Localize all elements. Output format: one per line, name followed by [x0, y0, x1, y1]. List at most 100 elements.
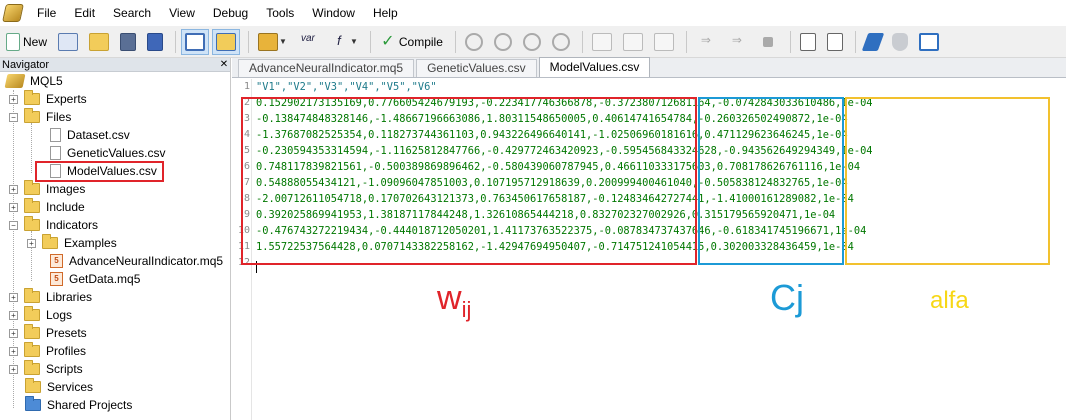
tree-item-services[interactable]: Services — [25, 378, 93, 396]
expand-icon[interactable]: + — [9, 310, 18, 320]
profiling-button[interactable] — [888, 29, 912, 55]
folder-icon — [25, 378, 41, 393]
step-out-icon — [653, 32, 674, 51]
highlight-box — [35, 161, 164, 182]
debug-stop-button[interactable] — [548, 29, 574, 55]
close-icon[interactable]: ✕ — [218, 58, 230, 71]
styler-button[interactable]: ▼ — [254, 29, 291, 55]
weights-label-subscript: ij — [461, 297, 472, 322]
toolbar-separator — [789, 30, 791, 53]
styler-brush-button[interactable] — [861, 29, 885, 55]
menu-search[interactable]: Search — [104, 0, 160, 26]
mq5-file-icon: 5 — [50, 254, 63, 268]
alfa-label: alfa — [930, 287, 969, 314]
new-project-button[interactable] — [54, 29, 82, 55]
tree-item-advance-neural-indicator[interactable]: 5 AdvanceNeuralIndicator.mq5 — [50, 252, 223, 270]
copy-button[interactable] — [796, 29, 820, 55]
compile-check-icon: ✓ — [381, 32, 395, 50]
tree-item-images[interactable]: + Images — [9, 180, 85, 198]
run-to-button[interactable]: ⇒ — [692, 29, 720, 55]
toolbox-toggle-button[interactable] — [212, 28, 241, 55]
shield-icon — [891, 32, 908, 51]
run-to-cursor-button[interactable]: ⇒ — [723, 29, 751, 55]
menu-debug[interactable]: Debug — [204, 0, 257, 26]
alfa-highlight-box — [845, 97, 1050, 265]
toolbar-separator — [248, 30, 250, 53]
save-button[interactable] — [116, 29, 140, 55]
folder-icon — [24, 324, 40, 339]
terminal-button[interactable] — [915, 29, 943, 55]
navigator-title: Navigator — [2, 59, 50, 71]
menu-file[interactable]: File — [28, 0, 65, 26]
stop-circle-icon — [551, 32, 570, 51]
tree-item-logs[interactable]: + Logs — [9, 306, 72, 324]
folder-icon — [24, 360, 40, 375]
copy-icon — [799, 32, 816, 51]
tree-item-libraries[interactable]: + Libraries — [9, 288, 92, 306]
menu-help[interactable]: Help — [364, 0, 407, 26]
folder-icon — [24, 180, 40, 195]
compile-button[interactable]: ✓ Compile — [376, 29, 447, 55]
tree-item-scripts[interactable]: + Scripts — [9, 360, 83, 378]
toolbar-separator — [369, 30, 371, 53]
centers-label: Cj — [770, 277, 804, 318]
tab-model-values[interactable]: ModelValues.csv — [538, 57, 651, 77]
tree-item-genetic-values[interactable]: GeneticValues.csv — [50, 144, 166, 162]
debug-start-history-button[interactable] — [461, 29, 487, 55]
expand-icon[interactable]: + — [9, 364, 18, 374]
find-button[interactable] — [823, 29, 847, 55]
tree-item-examples[interactable]: + Examples — [27, 234, 117, 252]
folder-icon — [24, 108, 40, 123]
expand-icon[interactable]: + — [9, 94, 18, 104]
tree-item-dataset[interactable]: Dataset.csv — [50, 126, 130, 144]
editor-tabs: AdvanceNeuralIndicator.mq5 GeneticValues… — [232, 57, 1066, 78]
step-over-icon — [622, 32, 643, 51]
step-over-button[interactable] — [619, 29, 647, 55]
tab-genetic-values[interactable]: GeneticValues.csv — [416, 59, 537, 77]
variable-icon: var — [300, 32, 315, 44]
menu-window[interactable]: Window — [303, 0, 364, 26]
step-out-button[interactable] — [650, 29, 678, 55]
expand-icon[interactable]: + — [9, 328, 18, 338]
play-circle-icon — [493, 32, 512, 51]
tree-item-presets[interactable]: + Presets — [9, 324, 87, 342]
step-into-button[interactable] — [588, 29, 616, 55]
tree-guide-line — [31, 123, 32, 173]
tree-item-files[interactable]: − Files — [9, 108, 71, 126]
save-all-button[interactable] — [143, 29, 167, 55]
debug-pause-button[interactable] — [519, 29, 545, 55]
new-button[interactable]: New — [2, 29, 51, 55]
stop-button[interactable] — [754, 29, 782, 55]
open-button[interactable] — [85, 29, 113, 55]
menu-edit[interactable]: Edit — [65, 0, 104, 26]
expand-icon[interactable]: + — [9, 202, 18, 212]
menu-tools[interactable]: Tools — [257, 0, 303, 26]
toolbox-icon — [216, 32, 237, 51]
tree-item-experts[interactable]: + Experts — [9, 90, 87, 108]
menu-view[interactable]: View — [160, 0, 204, 26]
toolbar-separator — [685, 30, 687, 53]
save-all-icon — [147, 32, 164, 51]
insert-function-button[interactable]: f ▼ — [325, 29, 362, 55]
tree-item-getdata[interactable]: 5 GetData.mq5 — [50, 270, 140, 288]
weights-label-main: w — [437, 279, 462, 317]
tree-item-profiles[interactable]: + Profiles — [9, 342, 86, 360]
tab-advance-neural-indicator[interactable]: AdvanceNeuralIndicator.mq5 — [238, 59, 415, 77]
expand-icon[interactable]: + — [9, 292, 18, 302]
expand-icon[interactable]: + — [27, 238, 36, 248]
step-into-icon — [591, 32, 612, 51]
insert-variable-button[interactable]: var — [294, 29, 322, 55]
collapse-icon[interactable]: − — [9, 112, 18, 122]
tree-item-shared-projects[interactable]: Shared Projects — [25, 396, 132, 414]
chevron-down-icon: ▼ — [279, 37, 287, 46]
navigator-toggle-button[interactable] — [181, 28, 210, 55]
navigator-panel-icon — [185, 32, 206, 51]
collapse-icon[interactable]: − — [9, 220, 18, 230]
new-file-icon — [6, 32, 20, 51]
expand-icon[interactable]: + — [9, 184, 18, 194]
tree-item-indicators[interactable]: − Indicators — [9, 216, 98, 234]
debug-start-button[interactable] — [490, 29, 516, 55]
tree-root[interactable]: MQL5 — [4, 72, 63, 90]
expand-icon[interactable]: + — [9, 346, 18, 356]
tree-item-include[interactable]: + Include — [9, 198, 85, 216]
